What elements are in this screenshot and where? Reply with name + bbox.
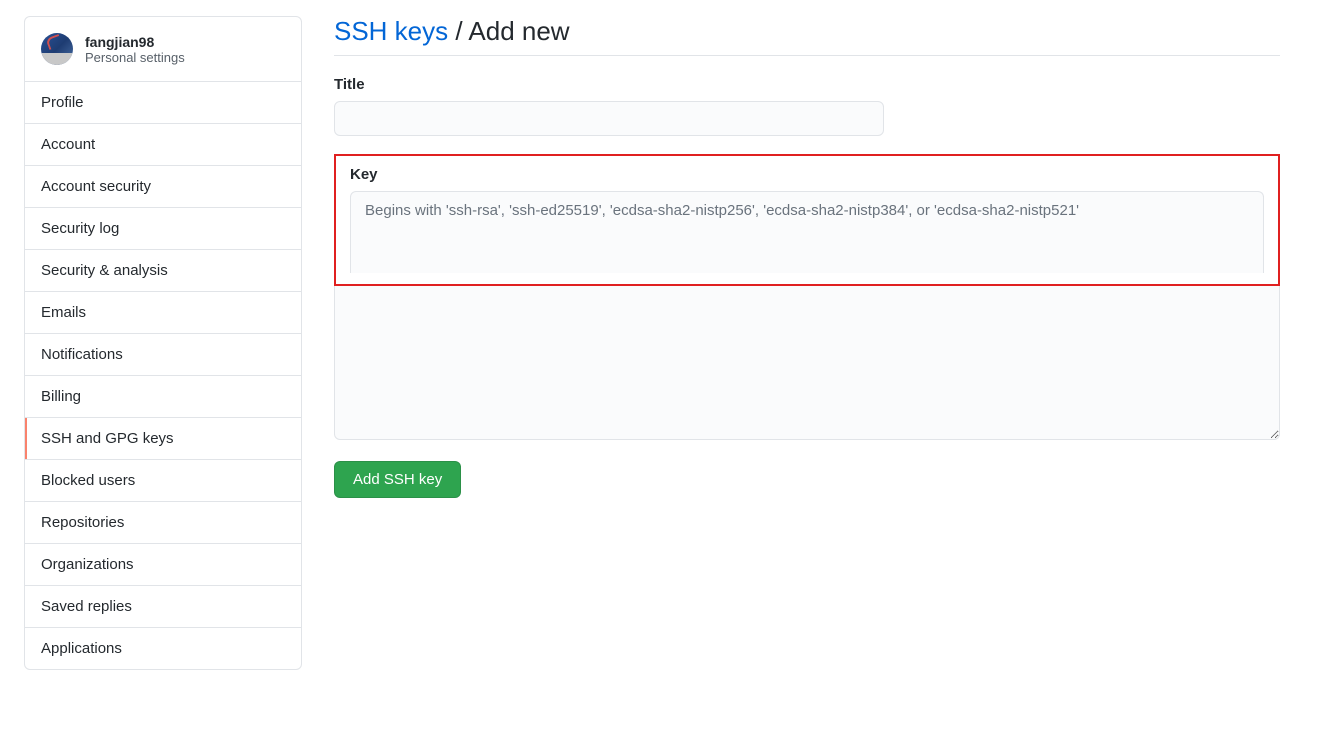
sidebar-item-label: Account security bbox=[41, 178, 151, 195]
sidebar-item-label: Organizations bbox=[41, 556, 134, 573]
sidebar-item-emails[interactable]: Emails bbox=[25, 292, 301, 334]
sidebar-item-label: Notifications bbox=[41, 346, 123, 363]
title-label: Title bbox=[334, 76, 1280, 93]
settings-sidebar: fangjian98 Personal settings Profile Acco… bbox=[24, 16, 302, 670]
sidebar-item-label: Blocked users bbox=[41, 472, 135, 489]
sidebar-subtitle: Personal settings bbox=[85, 50, 185, 65]
sidebar-item-profile[interactable]: Profile bbox=[25, 82, 301, 124]
sidebar-item-blocked-users[interactable]: Blocked users bbox=[25, 460, 301, 502]
page-heading: SSH keys / Add new bbox=[334, 16, 1280, 56]
sidebar-item-account[interactable]: Account bbox=[25, 124, 301, 166]
sidebar-item-repositories[interactable]: Repositories bbox=[25, 502, 301, 544]
main-content: SSH keys / Add new Title Key Add SSH key bbox=[334, 16, 1280, 670]
key-highlight-annotation: Key bbox=[334, 154, 1280, 286]
sidebar-item-saved-replies[interactable]: Saved replies bbox=[25, 586, 301, 628]
sidebar-item-billing[interactable]: Billing bbox=[25, 376, 301, 418]
breadcrumb-current: Add new bbox=[468, 16, 569, 46]
sidebar-item-label: Saved replies bbox=[41, 598, 132, 615]
sidebar-item-label: Security & analysis bbox=[41, 262, 168, 279]
sidebar-nav: Profile Account Account security Security l… bbox=[25, 82, 301, 669]
sidebar-item-notifications[interactable]: Notifications bbox=[25, 334, 301, 376]
username: fangjian98 bbox=[85, 34, 185, 50]
sidebar-item-label: Emails bbox=[41, 304, 86, 321]
sidebar-item-label: Profile bbox=[41, 94, 84, 111]
sidebar-item-label: Billing bbox=[41, 388, 81, 405]
sidebar-item-label: Repositories bbox=[41, 514, 124, 531]
sidebar-item-label: Account bbox=[41, 136, 95, 153]
sidebar-item-security-log[interactable]: Security log bbox=[25, 208, 301, 250]
key-textarea[interactable] bbox=[350, 191, 1264, 273]
sidebar-item-organizations[interactable]: Organizations bbox=[25, 544, 301, 586]
breadcrumb-link-ssh-keys[interactable]: SSH keys bbox=[334, 16, 448, 46]
sidebar-item-ssh-and-gpg-keys[interactable]: SSH and GPG keys bbox=[25, 418, 301, 460]
sidebar-item-label: Applications bbox=[41, 640, 122, 657]
sidebar-item-label: SSH and GPG keys bbox=[41, 430, 174, 447]
sidebar-item-security-analysis[interactable]: Security & analysis bbox=[25, 250, 301, 292]
breadcrumb-separator: / bbox=[448, 16, 468, 46]
sidebar-item-label: Security log bbox=[41, 220, 119, 237]
sidebar-item-applications[interactable]: Applications bbox=[25, 628, 301, 669]
avatar bbox=[41, 33, 73, 65]
title-input[interactable] bbox=[334, 101, 884, 136]
key-textarea-continuation[interactable] bbox=[334, 286, 1280, 440]
sidebar-item-account-security[interactable]: Account security bbox=[25, 166, 301, 208]
sidebar-user-header[interactable]: fangjian98 Personal settings bbox=[25, 17, 301, 82]
key-label: Key bbox=[350, 166, 1264, 183]
add-ssh-key-button[interactable]: Add SSH key bbox=[334, 461, 461, 498]
